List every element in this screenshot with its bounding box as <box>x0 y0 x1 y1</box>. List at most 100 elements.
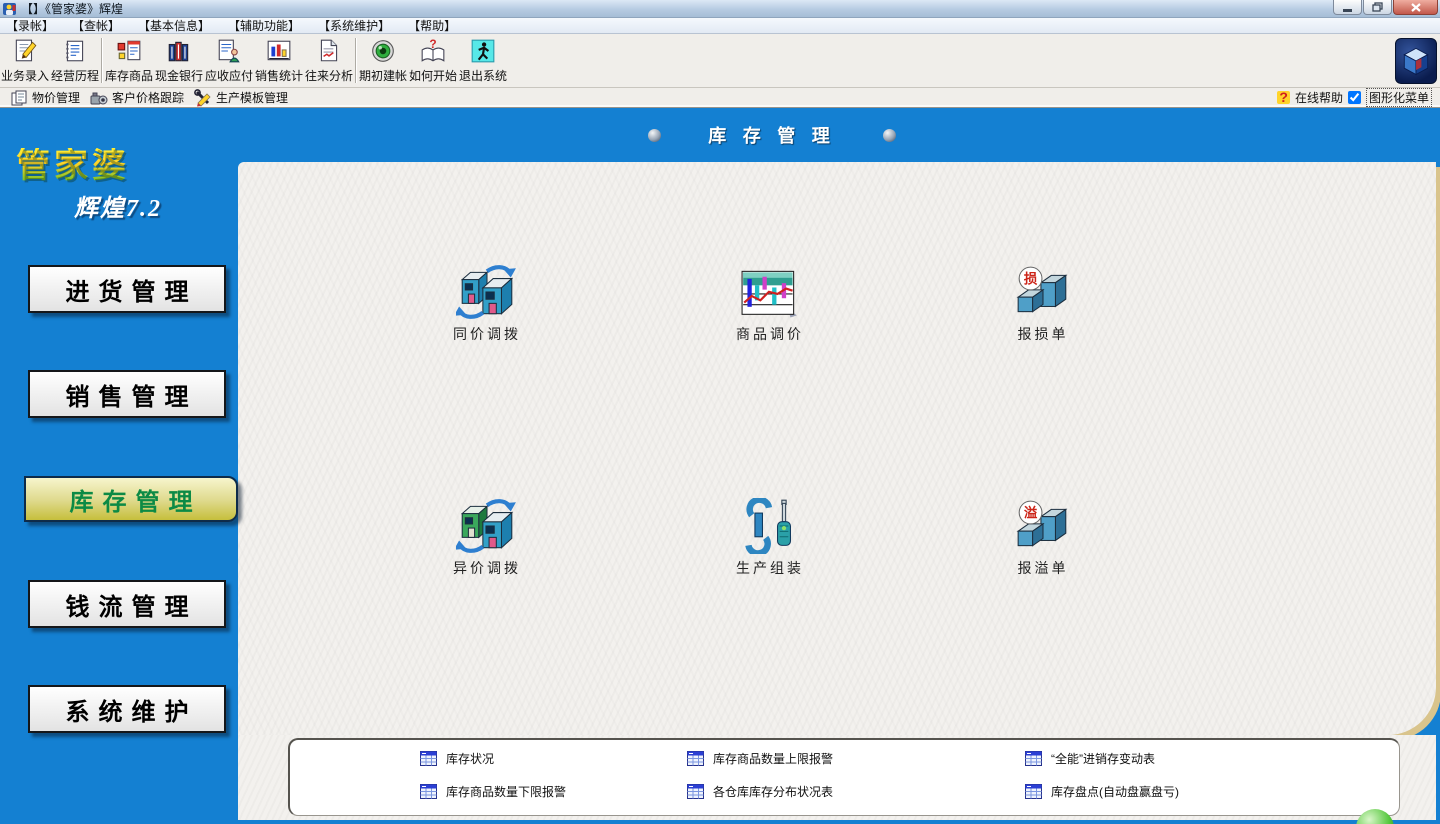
main-area: 库 存 管 理 <box>0 108 1440 824</box>
report-stocktake[interactable]: 库存盘点(自动盘赢盘亏) <box>1025 783 1399 800</box>
graphic-menu-label[interactable]: 图形化菜单 <box>1366 88 1432 107</box>
toolbar-exit-system[interactable]: 退出系统 <box>458 34 508 87</box>
report-link-label: 库存状况 <box>446 750 494 767</box>
bottom-strip: 库存状况 库存商品数量上限报警 <box>238 735 1436 820</box>
toolbar-business-history[interactable]: 经营历程 <box>50 34 100 87</box>
table-icon <box>687 751 704 766</box>
toolbar-label: 期初建帐 <box>359 67 407 84</box>
menu-record[interactable]: 【录帐】 <box>2 17 58 34</box>
window-controls <box>1332 0 1438 15</box>
receivable-payable-icon <box>216 38 242 64</box>
toolbar-separator <box>355 38 357 83</box>
goods-price-adjust-icon <box>741 270 799 320</box>
brand-cube-logo <box>1395 38 1437 84</box>
toolbar-label: 经营历程 <box>51 67 99 84</box>
sidebar-item-purchase[interactable]: 进货管理 <box>28 265 226 313</box>
toolbar-stock-items[interactable]: 库存商品 <box>104 34 154 87</box>
sidebar-item-sales[interactable]: 销售管理 <box>28 370 226 418</box>
diff-price-transfer-icon <box>456 498 518 554</box>
loss-report-icon: 损 <box>1014 266 1072 320</box>
menu-bar: 【录帐】 【查帐】 【基本信息】 【辅助功能】 【系统维护】 【帮助】 <box>0 18 1440 34</box>
quickbar-right: ? 在线帮助 图形化菜单 <box>1277 88 1432 107</box>
exit-system-icon <box>470 38 496 64</box>
toolbar-separator <box>101 38 103 83</box>
report-lower-limit-alert[interactable]: 库存商品数量下限报警 <box>420 783 687 800</box>
module-label: 异价调拨 <box>417 558 557 578</box>
restore-button[interactable] <box>1363 0 1392 15</box>
sidebar-item-inventory[interactable]: 库存管理 <box>24 476 238 522</box>
main-toolbar: 业务录入 经营历程 库存商品 <box>0 34 1440 88</box>
report-link-label: “全能”进销存变动表 <box>1051 750 1155 767</box>
reports-grid: 库存状况 库存商品数量上限报警 <box>290 740 1399 800</box>
table-icon <box>687 784 704 799</box>
sidebar-item-cashflow[interactable]: 钱流管理 <box>28 580 226 628</box>
sphere-icon <box>648 129 661 142</box>
module-same-price-transfer[interactable]: 同价调拨 <box>417 258 557 344</box>
title-bar: 【】《管家婆》辉煌 <box>0 0 1440 18</box>
same-price-transfer-icon <box>456 264 518 320</box>
report-omni-flow-table[interactable]: “全能”进销存变动表 <box>1025 750 1399 767</box>
content-panel: 同价调拨 <box>238 162 1436 735</box>
toolbar-business-entry[interactable]: 业务录入 <box>0 34 50 87</box>
graphic-menu-checkbox[interactable] <box>1348 91 1361 104</box>
report-link-label: 库存盘点(自动盘赢盘亏) <box>1051 783 1179 800</box>
table-icon <box>1025 751 1042 766</box>
overflow-report-icon: 溢 <box>1014 500 1072 554</box>
toolbar-opening-balance[interactable]: 期初建帐 <box>358 34 408 87</box>
sidebar-item-system-maintenance[interactable]: 系统维护 <box>28 685 226 733</box>
module-overflow-report[interactable]: 溢 报溢单 <box>973 492 1113 578</box>
menu-system-maintenance[interactable]: 【系统维护】 <box>314 17 394 34</box>
loss-badge: 损 <box>1024 271 1038 287</box>
menu-query[interactable]: 【查帐】 <box>68 17 124 34</box>
brand-logo: 管家婆 辉煌7.2 <box>16 150 226 223</box>
quick-item-label: 生产模板管理 <box>216 89 288 106</box>
toolbar-label: 业务录入 <box>1 67 49 84</box>
quick-customer-price-tracking[interactable]: 客户价格跟踪 <box>90 89 184 107</box>
menu-aux-functions[interactable]: 【辅助功能】 <box>224 17 304 34</box>
quick-price-management[interactable]: 物价管理 <box>10 89 80 107</box>
module-label: 同价调拨 <box>417 324 557 344</box>
cube-icon <box>1398 43 1434 79</box>
module-diff-price-transfer[interactable]: 异价调拨 <box>417 492 557 578</box>
module-label: 报损单 <box>973 324 1113 344</box>
quick-production-template[interactable]: 生产模板管理 <box>194 89 288 107</box>
customer-price-tracking-icon <box>90 89 108 107</box>
history-ledger-icon <box>62 38 88 64</box>
reports-panel: 库存状况 库存商品数量上限报警 <box>288 738 1400 816</box>
quick-item-label: 物价管理 <box>32 89 80 106</box>
question-glyph: ? <box>429 38 436 51</box>
sphere-icon <box>883 129 896 142</box>
toolbar-sales-stats[interactable]: 销售统计 <box>254 34 304 87</box>
how-to-start-icon: ? <box>420 38 446 64</box>
toolbar-transaction-analysis[interactable]: 往来分析 <box>304 34 354 87</box>
menu-basic-info[interactable]: 【基本信息】 <box>134 17 214 34</box>
online-help-link[interactable]: 在线帮助 <box>1295 89 1343 106</box>
menu-help[interactable]: 【帮助】 <box>404 17 460 34</box>
report-upper-limit-alert[interactable]: 库存商品数量上限报警 <box>687 750 1025 767</box>
minimize-button[interactable] <box>1333 0 1362 15</box>
module-production-assembly[interactable]: 生产组装 <box>700 492 840 578</box>
window-title: 【】《管家婆》辉煌 <box>21 0 123 17</box>
module-loss-report[interactable]: 损 报损单 <box>973 258 1113 344</box>
entry-notepad-icon <box>12 38 38 64</box>
close-button[interactable] <box>1393 0 1438 15</box>
cash-bank-icon <box>166 38 192 64</box>
overflow-badge: 溢 <box>1024 505 1038 521</box>
module-goods-price-adjust[interactable]: 商品调价 <box>700 258 840 344</box>
module-label: 生产组装 <box>700 558 840 578</box>
minimize-icon <box>1343 9 1352 12</box>
toolbar-receivable-payable[interactable]: 应收应付 <box>204 34 254 87</box>
brand-name: 管家婆 <box>16 148 130 185</box>
section-title: 库 存 管 理 <box>708 122 836 148</box>
report-stock-status[interactable]: 库存状况 <box>420 750 687 767</box>
report-warehouse-distribution[interactable]: 各仓库库存分布状况表 <box>687 783 1025 800</box>
report-link-label: 各仓库库存分布状况表 <box>713 783 833 800</box>
online-help-icon: ? <box>1277 91 1290 104</box>
toolbar-label: 如何开始 <box>409 67 457 84</box>
report-link-label: 库存商品数量上限报警 <box>713 750 833 767</box>
toolbar-cash-bank[interactable]: 现金银行 <box>154 34 204 87</box>
toolbar-how-to-start[interactable]: ? 如何开始 <box>408 34 458 87</box>
report-link-label: 库存商品数量下限报警 <box>446 783 566 800</box>
production-template-icon <box>194 89 212 107</box>
brand-version: 辉煌7.2 <box>74 188 226 223</box>
